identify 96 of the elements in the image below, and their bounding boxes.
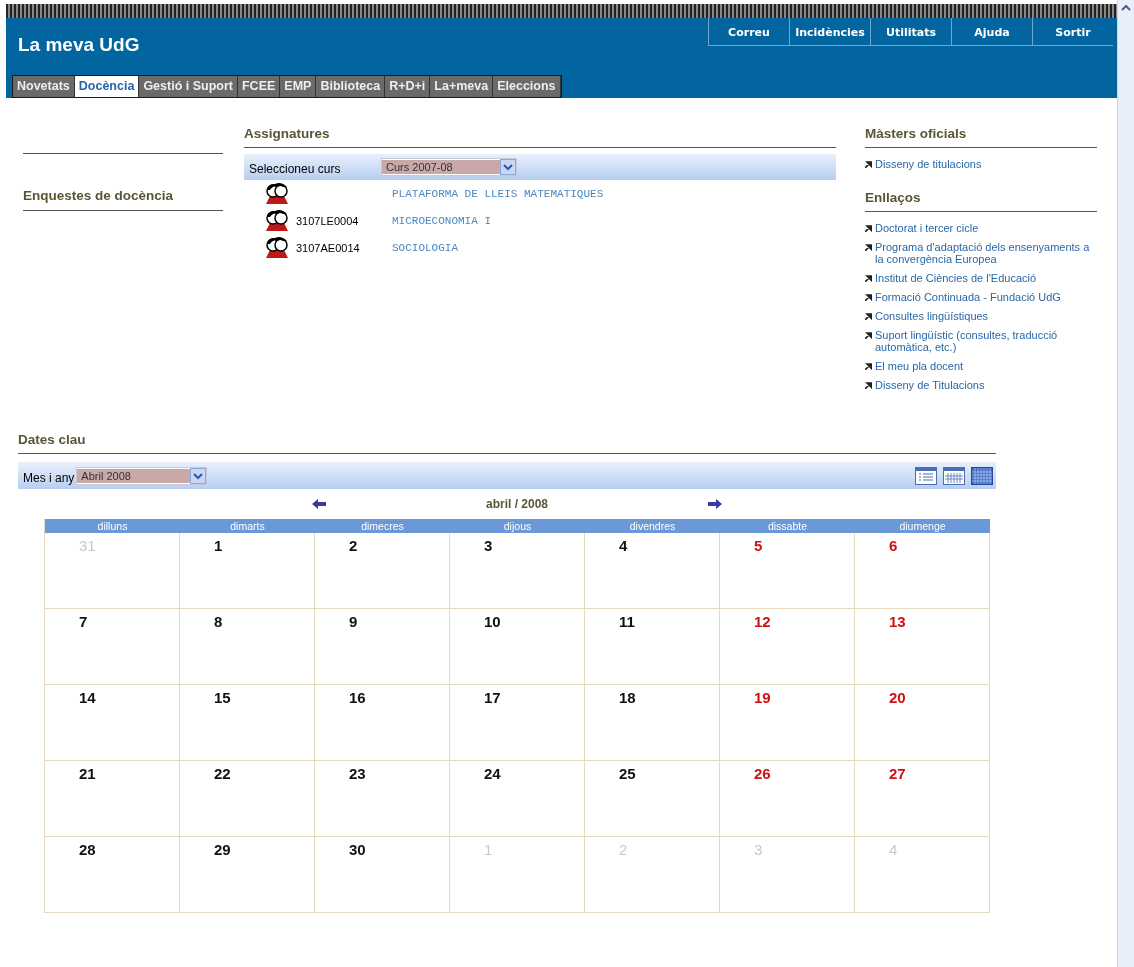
weekday-header: diumenge <box>855 519 990 533</box>
students-icon <box>264 208 290 233</box>
link[interactable]: Doctorat i tercer cicle <box>875 222 979 234</box>
calendar-day[interactable]: 15 <box>180 685 315 761</box>
week-view-icon[interactable] <box>943 466 965 485</box>
nav-tab[interactable]: Docència <box>74 76 140 97</box>
calendar-day[interactable]: 14 <box>45 685 180 761</box>
nav-tab[interactable]: La+meva <box>430 76 494 97</box>
calendar-day[interactable]: 6 <box>855 533 990 609</box>
calendar-day[interactable]: 11 <box>585 609 720 685</box>
month-select[interactable]: Abril 2008 <box>76 466 208 485</box>
course-link[interactable]: SOCIOLOGIA <box>392 241 458 254</box>
arrow-icon <box>865 294 872 301</box>
calendar-day[interactable]: 28 <box>45 837 180 913</box>
next-arrow-icon[interactable] <box>708 499 722 509</box>
top-menu-link[interactable]: Incidències <box>789 18 870 45</box>
calendar-day[interactable]: 17 <box>450 685 585 761</box>
nav-tab[interactable]: Gestió i Suport <box>139 76 238 97</box>
weekday-header: dimecres <box>315 519 450 533</box>
month-label: abril / 2008 <box>485 497 548 511</box>
calendar-day[interactable]: 7 <box>45 609 180 685</box>
link[interactable]: Consultes lingüístiques <box>875 310 989 322</box>
calendar-day[interactable]: 5 <box>720 533 855 609</box>
calendar-day[interactable]: 12 <box>720 609 855 685</box>
section-title: Màsters oficials <box>865 125 968 143</box>
link[interactable]: Programa d'adaptació dels ensenyaments a la convergència Europea <box>875 241 1097 265</box>
link[interactable]: Formació Continuada - Fundació UdG <box>875 291 1061 303</box>
nav-tab[interactable]: Eleccions <box>493 76 561 97</box>
calendar-day[interactable]: 2 <box>315 533 450 609</box>
calendar-day[interactable]: 1 <box>180 533 315 609</box>
arrow-icon <box>865 225 872 232</box>
students-icon <box>264 181 290 206</box>
top-menu-link[interactable]: Correu <box>708 18 789 45</box>
top-menu-link[interactable]: Ajuda <box>951 18 1032 45</box>
month-view-icon[interactable] <box>971 466 993 485</box>
section-title: Assignatures <box>244 125 331 143</box>
weekday-header: divendres <box>585 519 720 533</box>
calendar-day[interactable]: 18 <box>585 685 720 761</box>
course-select[interactable]: Curs 2007-08 <box>381 158 517 176</box>
calendar-day[interactable]: 27 <box>855 761 990 837</box>
select-label: Mes i any <box>22 470 75 485</box>
nav-tab[interactable]: R+D+i <box>385 76 431 97</box>
top-menu-link[interactable]: Sortir <box>1032 18 1113 45</box>
arrow-icon <box>865 382 872 389</box>
course-link[interactable]: PLATAFORMA DE LLEIS MATEMATIQUES <box>392 187 604 200</box>
arrow-icon <box>865 332 872 339</box>
calendar-day[interactable]: 30 <box>315 837 450 913</box>
calendar-day[interactable]: 24 <box>450 761 585 837</box>
weekday-header: dijous <box>450 519 585 533</box>
calendar-day[interactable]: 25 <box>585 761 720 837</box>
nav-tab[interactable]: FCEE <box>238 76 281 97</box>
site-title: La meva UdG <box>17 33 140 56</box>
calendar-day[interactable]: 13 <box>855 609 990 685</box>
section-title: Dates clau <box>18 431 87 449</box>
calendar-day[interactable]: 26 <box>720 761 855 837</box>
nav-tab[interactable]: Novetats <box>13 76 75 97</box>
previous-arrow-icon[interactable] <box>311 499 326 509</box>
section-title: Enquestes de docència <box>23 187 175 205</box>
weekday-header: dilluns <box>45 519 180 533</box>
arrow-icon <box>865 244 872 251</box>
students-icon <box>264 235 290 260</box>
nav-tab[interactable]: EMP <box>280 76 317 97</box>
dropdown-icon <box>500 159 516 175</box>
nav-tab[interactable]: Biblioteca <box>316 76 386 97</box>
calendar-day[interactable]: 9 <box>315 609 450 685</box>
calendar-day[interactable]: 16 <box>315 685 450 761</box>
calendar-day[interactable]: 20 <box>855 685 990 761</box>
weekday-header: dissabte <box>720 519 855 533</box>
link[interactable]: Suport lingüístic (consultes, traducció automàtica, etc.) <box>875 329 1097 353</box>
calendar-day[interactable]: 10 <box>450 609 585 685</box>
section-title: Enllaços <box>865 189 922 207</box>
scrollbar[interactable] <box>1117 0 1134 967</box>
calendar-day[interactable]: 21 <box>45 761 180 837</box>
list-view-icon[interactable] <box>915 466 937 485</box>
select-label: Seleccioneu curs <box>248 162 342 176</box>
arrow-icon <box>865 161 872 168</box>
course-link[interactable]: MICROECONOMIA I <box>392 214 492 227</box>
link[interactable]: Disseny de titulacions <box>875 158 982 170</box>
link[interactable]: El meu pla docent <box>875 360 964 372</box>
arrow-icon <box>865 313 872 320</box>
course-code: 3107AE0014 <box>295 241 361 254</box>
calendar-day[interactable]: 23 <box>315 761 450 837</box>
course-code: 3107LE0004 <box>295 214 360 227</box>
calendar-day[interactable]: 8 <box>180 609 315 685</box>
dropdown-icon <box>190 467 207 484</box>
link[interactable]: Institut de Ciències de l'Educació <box>875 272 1037 284</box>
link[interactable]: Disseny de Titulacions <box>875 379 985 391</box>
weekday-header: dimarts <box>180 519 315 533</box>
calendar-day[interactable]: 29 <box>180 837 315 913</box>
arrow-icon <box>865 363 872 370</box>
top-menu-link[interactable]: Utilitats <box>870 18 951 45</box>
arrow-icon <box>865 275 872 282</box>
calendar-day[interactable]: 3 <box>450 533 585 609</box>
calendar-day[interactable]: 19 <box>720 685 855 761</box>
calendar-day[interactable]: 22 <box>180 761 315 837</box>
calendar-day[interactable]: 4 <box>585 533 720 609</box>
